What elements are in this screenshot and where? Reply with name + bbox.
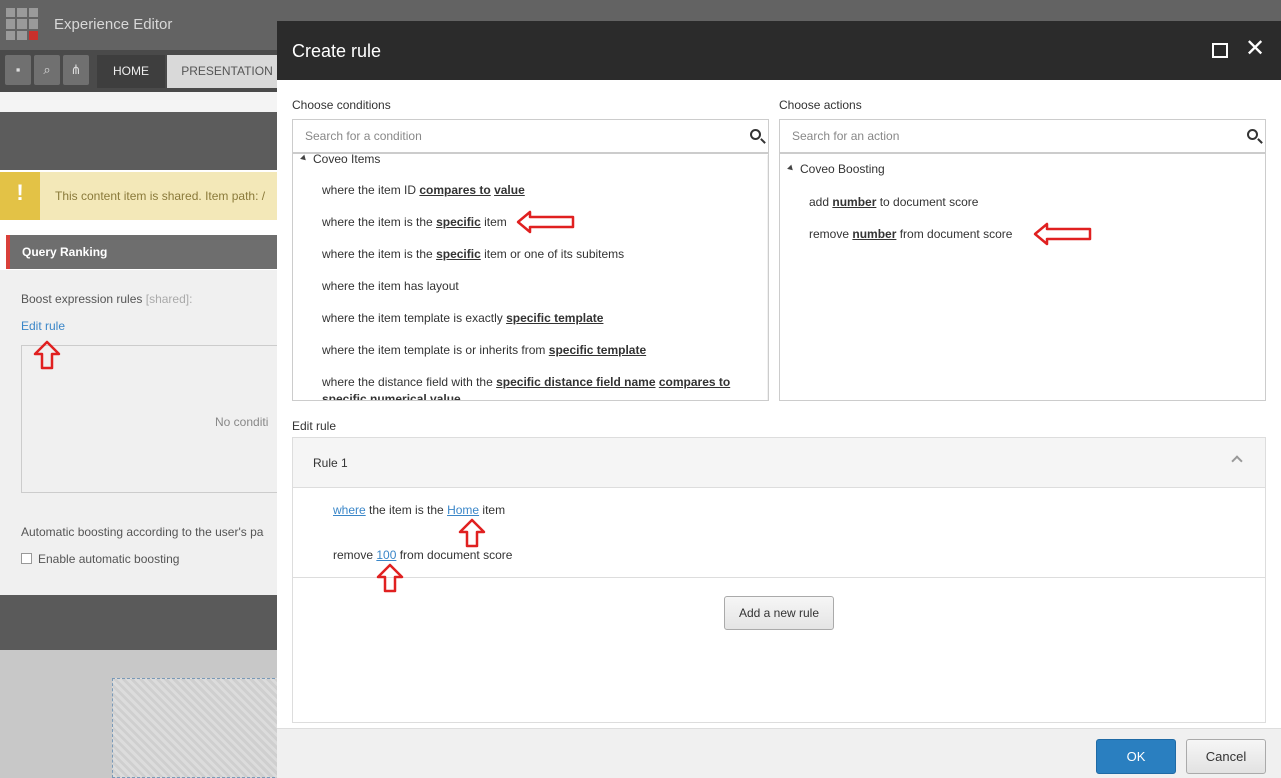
rule-editor: Rule 1 where the item is the Home item r… [292,437,1266,723]
expand-triangle-icon [787,164,795,173]
annotation-arrow-up-icon [376,563,404,593]
condition-distance-field-cont[interactable]: specific numerical value [322,391,461,400]
tab-presentation[interactable]: PRESENTATION [167,55,287,88]
shared-item-notice: This content item is shared. Item path: … [0,172,280,220]
collapse-chevron-icon[interactable] [1231,455,1243,467]
close-icon[interactable]: ✕ [1245,37,1265,61]
annotation-arrow-left-icon [516,210,575,234]
edit-rule-link[interactable]: Edit rule [21,319,65,333]
breadcrumb [0,92,280,112]
placeholder-rendering[interactable] [112,678,280,778]
edit-rule-label: Edit rule [292,419,337,433]
rule-item-value-link[interactable]: Home [447,503,479,517]
dialog-title: Create rule [292,41,382,61]
auto-boost-label: Automatic boosting according to the user… [21,525,264,539]
warning-icon [0,172,40,220]
annotation-arrow-up-icon [33,340,61,370]
search-icon[interactable] [750,129,761,140]
notice-text: This content item is shared. Item path: … [55,189,266,203]
choose-conditions-label: Choose conditions [292,98,391,112]
condition-template-inherits[interactable]: where the item template is or inherits f… [322,342,646,358]
action-search [779,119,1266,153]
enable-auto-boost-label: Enable automatic boosting [38,552,180,566]
condition-distance-field[interactable]: where the distance field with the specif… [322,374,730,390]
rule-where-link[interactable]: where [333,503,366,517]
condition-search-input[interactable] [293,120,721,152]
page-footer-band [0,595,280,650]
panel-header: Query Ranking [6,235,280,269]
rule-header[interactable]: Rule 1 [293,438,1265,488]
condition-search [292,119,769,153]
add-new-rule-button[interactable]: Add a new rule [724,596,834,630]
app-title: Experience Editor [54,16,173,33]
ok-button[interactable]: OK [1096,739,1176,774]
condition-item-is-specific[interactable]: where the item is the specific item [322,214,507,230]
search-icon[interactable] [1247,129,1258,140]
dialog-header: Create rule ✕ [277,21,1281,80]
search-icon[interactable]: ⌕ [34,55,60,85]
page-header-band [0,112,280,170]
choose-actions-label: Choose actions [779,98,862,112]
annotation-arrow-up-icon [458,518,486,548]
actions-list: Coveo Boosting add number to document sc… [779,153,1266,401]
conditions-scrollbar[interactable] [767,155,768,400]
enable-auto-boost-checkbox[interactable] [21,553,32,564]
rule-condition-line: where the item is the Home item [333,503,506,517]
condition-item-id-compares[interactable]: where the item ID compares to value [322,182,525,198]
rule-name: Rule 1 [313,456,348,470]
dialog-footer: OK Cancel [277,728,1281,778]
rule-number-value-link[interactable]: 100 [376,548,396,562]
boost-expression-label: Boost expression rules [shared]: [21,292,193,306]
no-conditions-text: No conditi [215,415,269,429]
tab-home[interactable]: HOME [97,55,165,88]
conditions-group-coveo-items[interactable]: Coveo Items [300,154,380,166]
action-remove-number[interactable]: remove number from document score [809,226,1012,242]
actions-group-coveo-boosting[interactable]: Coveo Boosting [787,162,885,176]
rule-body: where the item is the Home item remove 1… [293,488,1265,578]
app-launcher-icon[interactable] [6,8,38,40]
panel-title: Query Ranking [22,245,108,259]
expand-triangle-icon [300,154,308,163]
action-search-input[interactable] [780,120,1217,152]
action-add-number[interactable]: add number to document score [809,194,978,210]
condition-item-or-subitems[interactable]: where the item is the specific item or o… [322,246,624,262]
cancel-button[interactable]: Cancel [1186,739,1266,774]
annotation-arrow-left-icon [1033,222,1092,246]
conditions-list: Coveo Items where the item ID compares t… [292,153,769,401]
rule-action-line: remove 100 from document score [333,548,513,562]
navigation-tree-icon[interactable]: ⋔ [63,55,89,85]
save-icon[interactable]: ▪ [5,55,31,85]
condition-item-has-layout[interactable]: where the item has layout [322,278,459,294]
condition-template-exactly[interactable]: where the item template is exactly speci… [322,310,603,326]
create-rule-dialog: Create rule ✕ Choose conditions Coveo It… [277,21,1281,778]
maximize-icon[interactable] [1212,43,1228,58]
